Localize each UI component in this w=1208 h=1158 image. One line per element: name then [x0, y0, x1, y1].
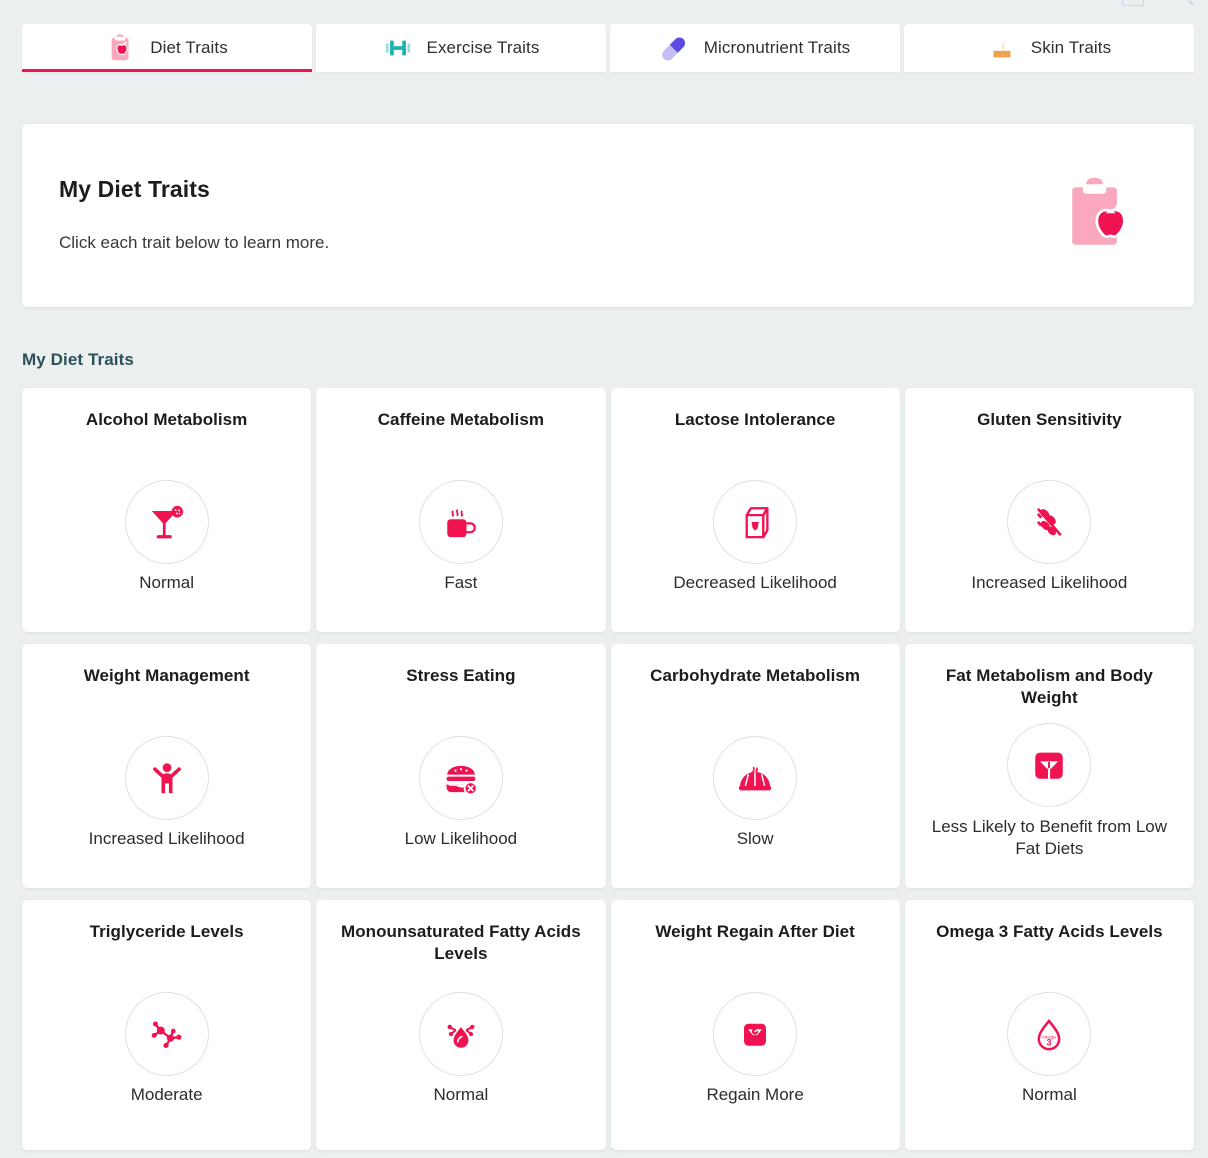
- trait-value: Fast: [444, 573, 478, 592]
- bread-bun-icon: [738, 766, 772, 791]
- trait-icon-circle: [713, 736, 798, 820]
- skin-follicle-icon: [993, 40, 1011, 58]
- trait-value: Increased Likelihood: [971, 573, 1128, 592]
- cocktail-glass-icon: [151, 505, 183, 539]
- trait-name: Carbohydrate Metabolism: [650, 666, 861, 685]
- tab-label: Exercise Traits: [426, 38, 540, 57]
- molecule-icon: [151, 1021, 182, 1049]
- page-title: My Diet Traits: [59, 176, 210, 202]
- trait-card-lactose-intolerance[interactable]: Lactose Intolerance Decreased Likelihood: [610, 388, 900, 632]
- trait-card-grid: Alcohol Metabolism Normal Caffeine Metab…: [22, 388, 1194, 1150]
- trait-value: Regain More: [706, 1085, 804, 1104]
- trait-icon-circle: omega 3: [1007, 992, 1092, 1076]
- diet-traits-page: Diet Traits Exercise Traits Micronutrien…: [0, 0, 1208, 1158]
- trait-name: Lactose Intolerance: [674, 410, 836, 429]
- weight-scale-icon: [1035, 752, 1064, 779]
- trait-name: Fat Metabolism and Body Weight: [945, 666, 1153, 707]
- dumbbell-icon: [385, 40, 410, 56]
- trait-card-weight-management[interactable]: Weight Management Increased Likelihood: [22, 644, 312, 888]
- my-diet-traits-hero-card: My Diet Traits Click each trait below to…: [22, 124, 1194, 307]
- tab-micronutrient-traits[interactable]: Micronutrient Traits: [610, 24, 900, 72]
- wheat-stalk-icon: [1037, 508, 1062, 536]
- trait-card-gluten-sensitivity[interactable]: Gluten Sensitivity Increased Likelihood: [904, 388, 1194, 632]
- trait-name: Gluten Sensitivity: [977, 410, 1122, 429]
- trait-value: Less Likely to Benefit from Low Fat Diet…: [931, 817, 1168, 858]
- trait-icon-circle: [1007, 480, 1092, 564]
- trait-value: Normal: [1021, 1085, 1077, 1104]
- trait-card-caffeine-metabolism[interactable]: Caffeine Metabolism Fast: [316, 388, 606, 632]
- clipboard-apple-icon: [1072, 177, 1126, 245]
- trait-card-omega-3-fatty-acids-levels[interactable]: Omega 3 Fatty Acids Levels omega 3 Norma…: [904, 900, 1194, 1150]
- trait-value: Moderate: [130, 1085, 203, 1104]
- trait-name: Omega 3 Fatty Acids Levels: [936, 922, 1163, 941]
- trait-icon-circle: [1007, 723, 1092, 807]
- droplet-molecule-icon: [447, 1024, 475, 1048]
- trait-name: Weight Management: [83, 666, 250, 685]
- page-subtitle: Click each trait below to learn more.: [59, 233, 330, 252]
- trait-name: Monounsaturated Fatty Acids Levels: [341, 922, 581, 963]
- trait-name: Stress Eating: [406, 666, 516, 685]
- trait-icon-circle: [124, 992, 209, 1076]
- tab-label: Skin Traits: [1030, 38, 1112, 57]
- trait-card-stress-eating[interactable]: Stress Eating Low Likelihood: [316, 644, 606, 888]
- section-title: My Diet Traits: [22, 350, 134, 369]
- tab-label: Diet Traits: [150, 38, 228, 57]
- weight-scale-filled-icon: [744, 1023, 767, 1046]
- trait-icon-circle: [124, 480, 209, 564]
- trait-icon-circle: [418, 992, 503, 1076]
- trait-icon-circle: [418, 736, 503, 820]
- clipboard-apple-icon: [111, 34, 129, 61]
- trait-card-carbohydrate-metabolism[interactable]: Carbohydrate Metabolism Slow: [610, 644, 900, 888]
- tab-diet-traits[interactable]: Diet Traits: [22, 24, 312, 72]
- trait-name: Triglyceride Levels: [89, 922, 244, 941]
- trait-card-alcohol-metabolism[interactable]: Alcohol Metabolism Normal: [22, 388, 312, 632]
- trait-category-tabs: Diet Traits Exercise Traits Micronutrien…: [22, 24, 1194, 72]
- trait-name: Weight Regain After Diet: [655, 922, 855, 941]
- pill-capsule-icon: [661, 37, 685, 61]
- trait-icon-circle: [713, 992, 798, 1076]
- trait-value: Decreased Likelihood: [673, 573, 837, 592]
- coffee-mug-icon: [447, 509, 476, 538]
- milk-carton-icon: [745, 507, 769, 539]
- tab-exercise-traits[interactable]: Exercise Traits: [316, 24, 606, 72]
- trait-icon-circle: [418, 480, 503, 564]
- trait-value: Normal: [139, 573, 195, 592]
- burger-no-icon: [446, 765, 478, 796]
- person-arms-up-icon: [152, 763, 181, 794]
- trait-value: Slow: [736, 829, 774, 848]
- svg-text:3: 3: [1047, 1038, 1052, 1048]
- trait-card-fat-metabolism-and-body-weight[interactable]: Fat Metabolism and Body Weight Less Like…: [904, 644, 1194, 888]
- trait-value: Normal: [433, 1085, 489, 1104]
- trait-name: Alcohol Metabolism: [85, 410, 248, 429]
- tab-label: Micronutrient Traits: [703, 38, 851, 57]
- trait-value: Low Likelihood: [404, 829, 518, 848]
- trait-value: Increased Likelihood: [88, 829, 245, 848]
- trait-name: Caffeine Metabolism: [377, 410, 544, 429]
- trait-card-monounsaturated-fatty-acids-levels[interactable]: Monounsaturated Fatty Acids Levels Norma…: [316, 900, 606, 1150]
- trait-card-weight-regain-after-diet[interactable]: Weight Regain After Diet Regain More: [610, 900, 900, 1150]
- trait-card-triglyceride-levels[interactable]: Triglyceride Levels Moderate: [22, 900, 312, 1150]
- cutoff-marker-top: [1188, 0, 1194, 6]
- trait-icon-circle: [713, 480, 798, 564]
- trait-icon-circle: [124, 736, 209, 820]
- cutoff-widget-top: [1122, 0, 1144, 6]
- omega3-droplet-icon: omega 3: [1037, 1018, 1061, 1051]
- tab-skin-traits[interactable]: Skin Traits: [904, 24, 1194, 72]
